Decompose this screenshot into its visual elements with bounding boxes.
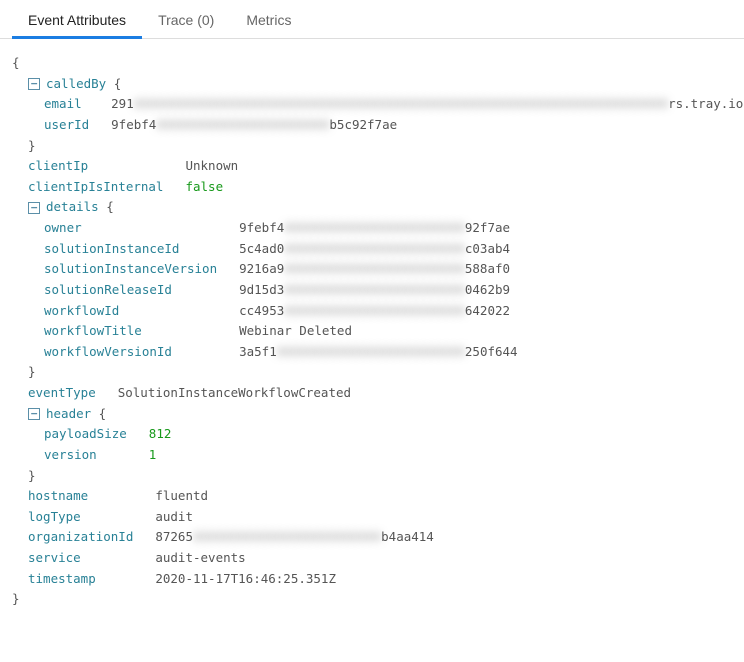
value-timestamp: 2020-11-17T16:46:25.351Z <box>155 571 336 586</box>
json-close-brace: } <box>28 136 36 157</box>
json-close-brace: } <box>12 589 20 610</box>
value-solutionInstanceId: 5c4ad0XXXXXXXXXXXXXXXXXXXXXXXXc03ab4 <box>239 241 510 256</box>
value-version: 1 <box>149 447 157 462</box>
value-workflowId: cc4953XXXXXXXXXXXXXXXXXXXXXXXX642022 <box>239 303 510 318</box>
key-owner[interactable]: owner <box>44 220 82 235</box>
key-hostname[interactable]: hostname <box>28 488 88 503</box>
json-close-brace: } <box>28 466 36 487</box>
key-timestamp[interactable]: timestamp <box>28 571 96 586</box>
key-solutionInstanceVersion[interactable]: solutionInstanceVersion <box>44 261 217 276</box>
key-calledBy[interactable]: calledBy <box>46 74 106 95</box>
json-open-brace: { <box>12 53 20 74</box>
key-clientIp[interactable]: clientIp <box>28 158 88 173</box>
value-clientIp: Unknown <box>185 158 238 173</box>
key-details[interactable]: details <box>46 197 99 218</box>
value-hostname: fluentd <box>155 488 208 503</box>
key-organizationId[interactable]: organizationId <box>28 529 133 544</box>
key-eventType[interactable]: eventType <box>28 385 96 400</box>
value-organizationId: 87265XXXXXXXXXXXXXXXXXXXXXXXXXb4aa414 <box>155 529 433 544</box>
key-userId[interactable]: userId <box>44 117 89 132</box>
value-solutionInstanceVersion: 9216a9XXXXXXXXXXXXXXXXXXXXXXXX588af0 <box>239 261 510 276</box>
minus-icon[interactable]: − <box>28 202 40 214</box>
key-workflowVersionId[interactable]: workflowVersionId <box>44 344 172 359</box>
json-viewer: { − calledBy { email 291XXXXXXXXXXXXXXXX… <box>0 39 744 624</box>
value-eventType: SolutionInstanceWorkflowCreated <box>118 385 351 400</box>
value-email: 291XXXXXXXXXXXXXXXXXXXXXXXXXXXXXXXXXXXXX… <box>111 96 743 111</box>
key-email[interactable]: email <box>44 96 82 111</box>
key-service[interactable]: service <box>28 550 81 565</box>
key-solutionInstanceId[interactable]: solutionInstanceId <box>44 241 179 256</box>
key-clientIpIsInternal[interactable]: clientIpIsInternal <box>28 179 163 194</box>
value-workflowTitle: Webinar Deleted <box>239 323 352 338</box>
value-clientIpIsInternal: false <box>185 179 223 194</box>
value-logType: audit <box>155 509 193 524</box>
key-logType[interactable]: logType <box>28 509 81 524</box>
key-solutionReleaseId[interactable]: solutionReleaseId <box>44 282 172 297</box>
value-owner: 9febf4XXXXXXXXXXXXXXXXXXXXXXXX92f7ae <box>239 220 510 235</box>
key-workflowId[interactable]: workflowId <box>44 303 119 318</box>
value-service: audit-events <box>155 550 245 565</box>
tabs-bar: Event Attributes Trace (0) Metrics <box>0 0 744 39</box>
tab-trace[interactable]: Trace (0) <box>142 0 230 39</box>
json-close-brace: } <box>28 362 36 383</box>
tab-event-attributes[interactable]: Event Attributes <box>12 0 142 39</box>
value-payloadSize: 812 <box>149 426 172 441</box>
tab-metrics[interactable]: Metrics <box>230 0 307 39</box>
value-workflowVersionId: 3a5f1XXXXXXXXXXXXXXXXXXXXXXXXX250f644 <box>239 344 517 359</box>
minus-icon[interactable]: − <box>28 408 40 420</box>
value-userId: 9febf4XXXXXXXXXXXXXXXXXXXXXXXb5c92f7ae <box>111 117 397 132</box>
key-version[interactable]: version <box>44 447 97 462</box>
key-header[interactable]: header <box>46 404 91 425</box>
minus-icon[interactable]: − <box>28 78 40 90</box>
key-payloadSize[interactable]: payloadSize <box>44 426 127 441</box>
key-workflowTitle[interactable]: workflowTitle <box>44 323 142 338</box>
value-solutionReleaseId: 9d15d3XXXXXXXXXXXXXXXXXXXXXXXX0462b9 <box>239 282 510 297</box>
